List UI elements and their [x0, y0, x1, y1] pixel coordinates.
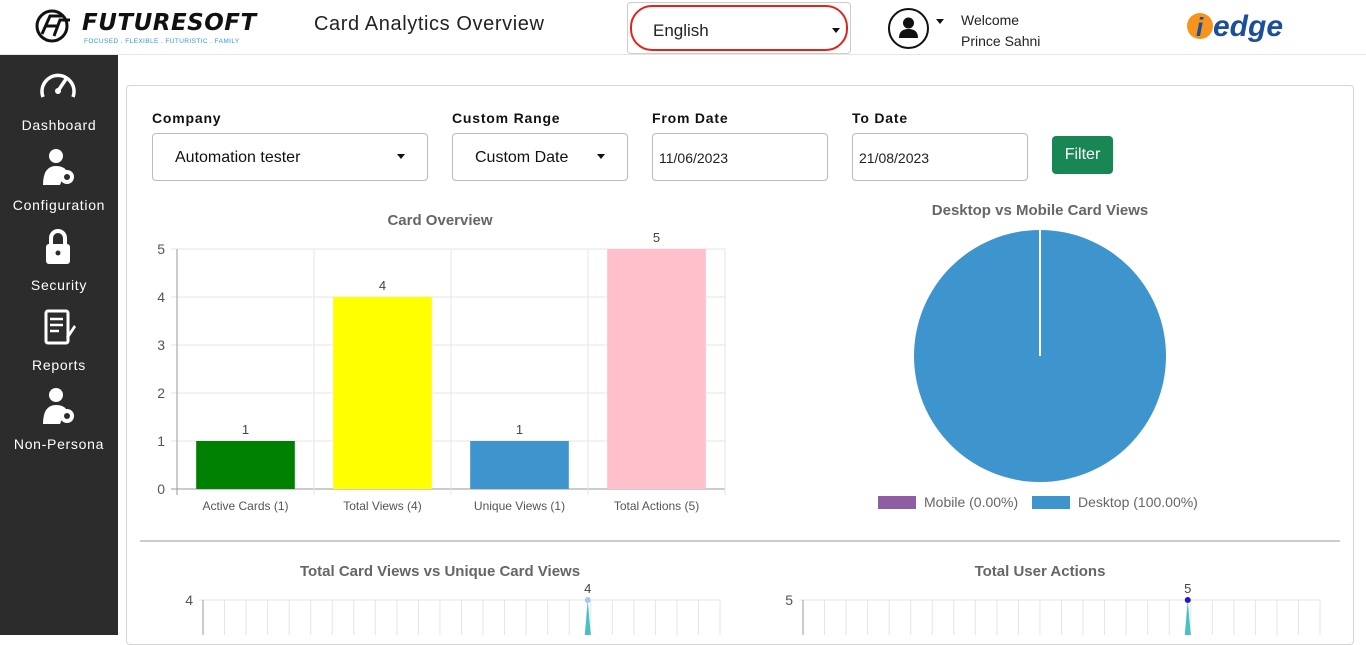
welcome-label: Welcome [961, 12, 1020, 28]
to-date-value: 21/08/2023 [859, 150, 930, 166]
peak-label: 4 [584, 581, 591, 596]
line-series [584, 600, 591, 635]
card-overview-chart: Card Overview 0 1 2 3 4 5 1 Active Cards (1) 4 To… [157, 212, 726, 513]
from-date-input[interactable]: 11/06/2023 [652, 133, 828, 181]
y-tick-label: 1 [157, 433, 165, 449]
user-menu-chevron-icon[interactable] [936, 19, 944, 24]
iedge-text: edge [1213, 10, 1283, 43]
desktop-vs-mobile-chart: Desktop vs Mobile Card Views Mobile (0.0… [878, 202, 1198, 510]
bar [196, 441, 295, 489]
page-title: Card Analytics Overview [314, 13, 545, 35]
legend-label: Desktop (100.00%) [1078, 494, 1198, 510]
y-tick-label: 5 [785, 592, 793, 608]
peak-label: 5 [1184, 581, 1191, 596]
futuresoft-emblem-icon [35, 9, 70, 43]
sidebar: Dashboard Configuration Security Reports [0, 55, 118, 635]
sidebar-item-reports[interactable]: Reports [0, 307, 118, 385]
language-value: English [653, 21, 709, 40]
sidebar-item-configuration[interactable]: Configuration [0, 147, 118, 225]
actions-line-title: Total User Actions [975, 563, 1106, 580]
sidebar-item-non-persona[interactable]: Non-Persona [0, 386, 118, 464]
iedge-logo: i edge [1185, 8, 1300, 48]
chevron-down-icon [397, 154, 405, 159]
top-bar: FUTURESOFT FOCUSED . FLEXIBLE . FUTURIST… [0, 0, 1366, 55]
peak-point [584, 597, 591, 603]
range-label: Custom Range [452, 110, 561, 126]
x-tick-label: Total Views (4) [343, 499, 421, 513]
bar [607, 249, 706, 489]
line-series [1184, 600, 1191, 635]
user-gear-icon [43, 149, 74, 185]
bar [333, 297, 432, 489]
welcome-block: Welcome Prince Sahni [961, 10, 1040, 52]
logo-tagline: FOCUSED . FLEXIBLE . FUTURISTIC . FAMILY [84, 38, 240, 45]
company-label: Company [152, 110, 222, 126]
data-label: 1 [242, 422, 249, 437]
card-overview-title: Card Overview [387, 212, 492, 229]
legend-swatch [878, 496, 916, 509]
user-avatar-icon[interactable] [888, 8, 929, 49]
sidebar-item-security[interactable]: Security [0, 227, 118, 305]
futuresoft-logo[interactable]: FUTURESOFT FOCUSED . FLEXIBLE . FUTURIST… [32, 8, 256, 48]
peak-point [1184, 597, 1191, 603]
y-tick-label: 0 [157, 481, 165, 497]
filter-button[interactable]: Filter [1052, 136, 1113, 174]
x-tick-label: Active Cards (1) [202, 499, 288, 513]
chevron-down-icon [597, 154, 605, 159]
lock-icon [46, 229, 70, 264]
company-value: Automation tester [175, 149, 301, 166]
bar [470, 441, 569, 489]
sidebar-item-label: Configuration [12, 197, 106, 213]
dashboard-gauge-icon [40, 73, 76, 98]
user-name: Prince Sahni [961, 33, 1041, 49]
legend-swatch [1032, 496, 1070, 509]
views-line-title: Total Card Views vs Unique Card Views [300, 563, 580, 580]
sidebar-item-label: Security [30, 277, 88, 293]
chevron-down-icon [832, 28, 840, 33]
company-select[interactable]: Automation tester [152, 133, 428, 181]
data-label: 4 [379, 278, 386, 293]
from-date-value: 11/06/2023 [659, 150, 729, 166]
y-tick-label: 2 [157, 385, 165, 401]
iedge-prefix: i [1196, 12, 1204, 42]
sidebar-item-label: Reports [32, 357, 86, 373]
sidebar-item-dashboard[interactable]: Dashboard [0, 67, 118, 145]
user-gear-icon [43, 388, 74, 424]
y-tick-label: 3 [157, 337, 165, 353]
y-tick-label: 4 [157, 289, 165, 305]
logo-text: FUTURESOFT [82, 10, 257, 36]
y-tick-label: 4 [185, 592, 193, 608]
range-value: Custom Date [475, 149, 569, 166]
from-date-label: From Date [652, 110, 729, 126]
range-select[interactable]: Custom Date [452, 133, 628, 181]
x-tick-label: Unique Views (1) [474, 499, 565, 513]
actions-line-chart: Total User Actions 5 5 [785, 563, 1321, 635]
x-tick-label: Total Actions (5) [614, 499, 699, 513]
to-date-label: To Date [852, 110, 908, 126]
data-label: 5 [653, 230, 660, 245]
language-select-wrapper: English [627, 2, 851, 54]
sidebar-item-label: Dashboard [21, 117, 97, 133]
report-icon [44, 309, 76, 345]
data-label: 1 [516, 422, 523, 437]
section-divider [140, 540, 1340, 542]
legend-label: Mobile (0.00%) [924, 494, 1018, 510]
pie-title: Desktop vs Mobile Card Views [932, 202, 1148, 219]
to-date-input[interactable]: 21/08/2023 [852, 133, 1028, 181]
views-line-chart: Total Card Views vs Unique Card Views 4 4 [185, 563, 721, 635]
sidebar-item-label: Non-Persona [13, 436, 105, 452]
y-tick-label: 5 [157, 241, 165, 257]
language-select[interactable]: English [630, 5, 848, 51]
